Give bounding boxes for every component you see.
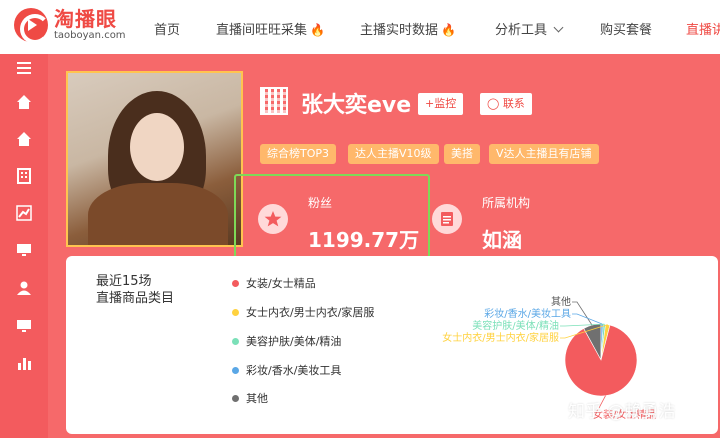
- fans-value: 1199.77万: [308, 228, 420, 252]
- pie-label: 其他: [551, 296, 571, 308]
- bar-chart-icon[interactable]: [16, 355, 32, 371]
- nav-home[interactable]: 首页: [154, 19, 180, 38]
- brand-name: 淘播眼: [54, 7, 117, 31]
- legend-dot: [232, 394, 239, 402]
- pie-label: 美容护肤/美体/精油: [472, 319, 559, 332]
- nav-analysis-tools[interactable]: 分析工具: [495, 19, 564, 38]
- main-content: 张大奕eve +监控 ◯ 联系 综合榜TOP3 达人主播V10级 美搭 V达人主…: [48, 54, 720, 438]
- panel-title: 最近15场 直播商品类目: [96, 274, 175, 306]
- anchor-name: 张大奕eve: [301, 93, 412, 118]
- chevron-down-icon: [553, 22, 564, 33]
- watermark: 知乎 @赖勇浩: [568, 402, 676, 422]
- qr-code-icon[interactable]: [260, 87, 288, 115]
- pie-label: 女士内衣/男士内衣/家居服: [442, 331, 559, 344]
- legend-dot: [232, 366, 239, 374]
- user-icon[interactable]: [16, 280, 32, 296]
- brand-domain: taoboyan.com: [54, 30, 126, 41]
- org-label: 所属机构: [482, 196, 531, 210]
- star-icon: [258, 204, 288, 234]
- brand-logo[interactable]: 淘播眼 taoboyan.com: [14, 7, 126, 44]
- legend-item[interactable]: 女装/女士精品: [232, 275, 316, 291]
- legend-item[interactable]: 其他: [232, 390, 268, 406]
- monitor-button[interactable]: +监控: [418, 93, 464, 115]
- legend-item[interactable]: 彩妆/香水/美妆工具: [232, 362, 341, 378]
- monitor-icon[interactable]: [16, 318, 32, 334]
- fire-icon: 🔥: [441, 23, 456, 37]
- building-icon[interactable]: [16, 168, 32, 184]
- nav-live-collect[interactable]: 直播间旺旺采集 🔥: [216, 19, 325, 38]
- legend-item[interactable]: 女士内衣/男士内衣/家居服: [232, 304, 374, 320]
- top-nav: 淘播眼 taoboyan.com 首页 直播间旺旺采集 🔥 主播实时数据 🔥 分析工…: [0, 0, 720, 54]
- contact-button[interactable]: ◯ 联系: [480, 93, 532, 115]
- sidebar: [0, 54, 48, 438]
- nav-live-lecture[interactable]: 直播讲: [686, 19, 720, 38]
- fire-icon: 🔥: [310, 23, 325, 37]
- menu-icon[interactable]: [16, 60, 32, 76]
- trend-icon[interactable]: [16, 205, 32, 221]
- tag: V达人主播且有店铺: [489, 144, 599, 164]
- avatar: [66, 71, 243, 247]
- logo-icon: [14, 8, 50, 44]
- org-value: 如涵: [482, 228, 522, 252]
- document-icon: [432, 204, 462, 234]
- pie-label: 彩妆/香水/美妆工具: [484, 307, 571, 320]
- tag: 美搭: [444, 144, 480, 164]
- monitor-icon[interactable]: [16, 242, 32, 258]
- legend-item[interactable]: 美容护肤/美体/精油: [232, 333, 341, 349]
- tag: 达人主播V10级: [348, 144, 439, 164]
- legend-dot: [232, 308, 239, 316]
- home-icon[interactable]: [16, 131, 32, 147]
- home-icon[interactable]: [16, 94, 32, 110]
- chat-icon: ◯: [487, 97, 500, 110]
- nav-anchor-realtime[interactable]: 主播实时数据 🔥: [360, 19, 456, 38]
- fans-label: 粉丝: [308, 196, 333, 210]
- pie-leader-line: [572, 313, 603, 325]
- legend-dot: [232, 279, 239, 287]
- legend-dot: [232, 337, 239, 345]
- tag: 综合榜TOP3: [260, 144, 337, 164]
- nav-buy-plan[interactable]: 购买套餐: [600, 19, 652, 38]
- pie-leader-line: [572, 301, 593, 326]
